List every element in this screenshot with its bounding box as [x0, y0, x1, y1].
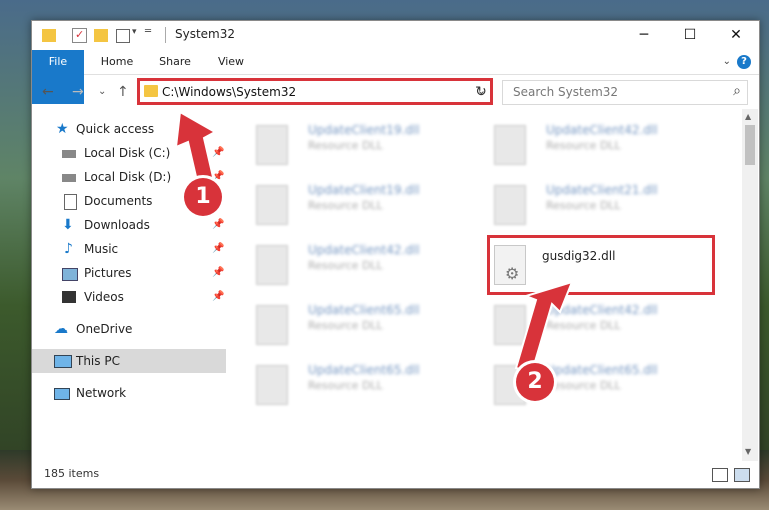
annotation-arrows [174, 110, 574, 374]
step-badge-1: 1 [184, 178, 222, 216]
arrow-2 [514, 280, 574, 374]
step-badge-2: 2 [516, 363, 554, 401]
